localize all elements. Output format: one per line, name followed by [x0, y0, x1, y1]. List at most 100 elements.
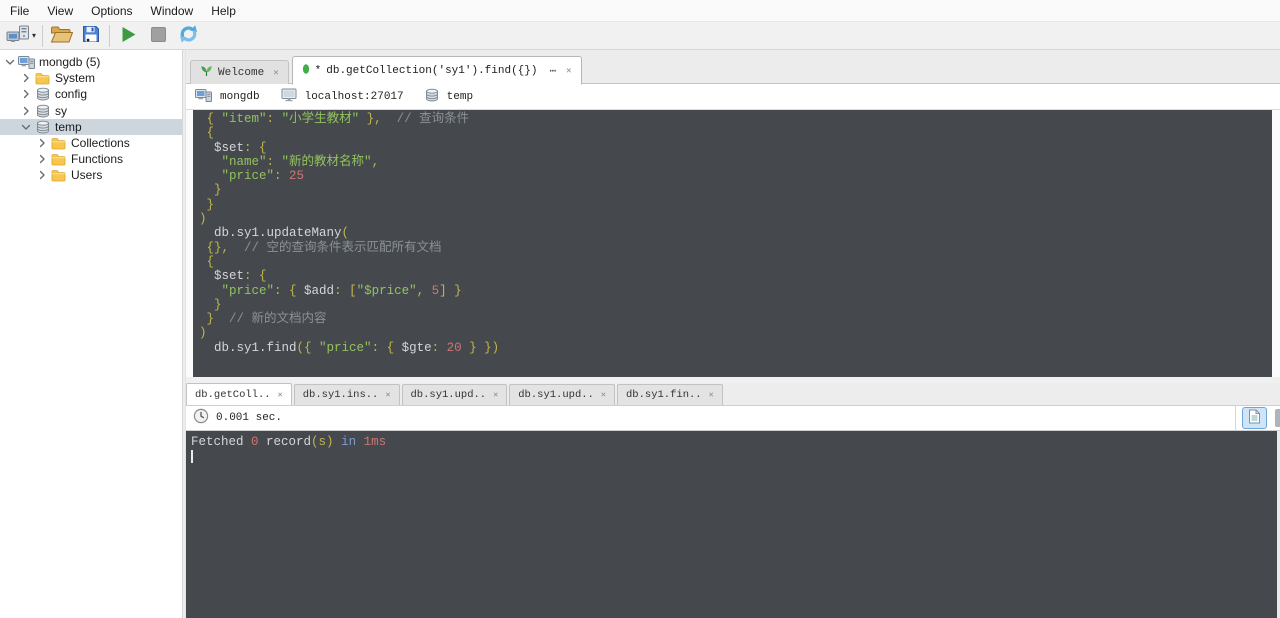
- menu-options[interactable]: Options: [82, 1, 141, 21]
- close-icon[interactable]: ✕: [273, 68, 278, 78]
- stop-icon: [150, 26, 167, 46]
- result-tab-1[interactable]: db.sy1.ins.. ✕: [293, 384, 400, 405]
- code-line: }: [214, 297, 222, 312]
- tab-welcome[interactable]: Welcome ✕: [190, 60, 289, 84]
- close-icon[interactable]: ✕: [385, 390, 390, 400]
- result-tab-label: db.sy1.fin..: [626, 389, 702, 401]
- tab-query-label: db.getCollection('sy1').find({}): [326, 64, 538, 77]
- close-icon[interactable]: ✕: [709, 390, 714, 400]
- timing-bar: 0.001 sec.: [186, 405, 1280, 431]
- tree-item-sy[interactable]: sy: [0, 103, 182, 119]
- result-tab-3[interactable]: db.sy1.upd.. ✕: [509, 384, 615, 405]
- database-icon: [33, 104, 52, 118]
- tree-item-label: Users: [71, 168, 103, 183]
- clipped-view-icon[interactable]: [1275, 409, 1280, 427]
- tree-item-users[interactable]: Users: [0, 167, 182, 183]
- chevron-right-icon[interactable]: [34, 153, 49, 165]
- rotate-results-button[interactable]: [173, 23, 203, 49]
- breadcrumb-host[interactable]: localhost:27017: [281, 88, 404, 106]
- output-line: Fetched 0 record(s) in 1ms: [191, 435, 387, 449]
- green-dot-icon: [302, 63, 310, 79]
- code-line: "name": "新的教材名称",: [221, 154, 380, 169]
- database-icon: [425, 88, 439, 106]
- clock-icon: [193, 408, 209, 428]
- code-line: db.sy1.updateMany(: [214, 226, 350, 241]
- menu-window[interactable]: Window: [142, 1, 203, 21]
- rotate-icon: [177, 24, 200, 47]
- menu-help[interactable]: Help: [202, 1, 245, 21]
- close-icon[interactable]: ✕: [566, 66, 571, 76]
- editor-container: { "item": "小学生教材" }, // 查询条件 { $set: { "…: [186, 110, 1280, 377]
- code-line: "price": { $add: ["$price", 5] }: [221, 283, 462, 298]
- breadcrumb-server-label: mongdb: [220, 90, 260, 103]
- toolbar-separator: [109, 24, 111, 47]
- result-tab-label: db.getColl..: [195, 388, 271, 401]
- leaf-icon: [200, 64, 213, 81]
- tree-item-label: sy: [55, 103, 67, 118]
- breadcrumb-database[interactable]: temp: [425, 88, 473, 106]
- result-tab-label: db.sy1.upd..: [518, 389, 594, 401]
- result-tab-4[interactable]: db.sy1.fin.. ✕: [617, 384, 723, 405]
- close-icon[interactable]: ✕: [601, 390, 606, 400]
- result-tab-label: db.sy1.ins..: [302, 389, 379, 401]
- tree-item-label: System: [55, 71, 96, 86]
- chevron-right-icon[interactable]: [18, 105, 33, 117]
- folder-icon: [49, 169, 68, 182]
- chevron-down-icon[interactable]: [2, 56, 17, 68]
- tree-item-functions[interactable]: Functions: [0, 151, 182, 167]
- chevron-right-icon[interactable]: [34, 137, 49, 149]
- execute-query-button[interactable]: [113, 23, 143, 49]
- query-workspace: Welcome ✕ * db.getCollection('sy1').find…: [186, 50, 1280, 618]
- breadcrumb-server[interactable]: mongdb: [195, 87, 260, 107]
- chevron-right-icon[interactable]: [18, 88, 33, 100]
- chevron-right-icon[interactable]: [34, 169, 49, 181]
- code-line: $set: {: [214, 269, 267, 284]
- database-icon: [33, 87, 52, 101]
- code-line: }: [206, 197, 215, 212]
- menu-file[interactable]: File: [1, 1, 38, 21]
- folder-icon: [49, 153, 68, 166]
- tree-item-label: Collections: [71, 136, 130, 151]
- monitor-icon: [281, 88, 297, 106]
- editor-tab-bar: Welcome ✕ * db.getCollection('sy1').find…: [186, 50, 1280, 85]
- chevron-right-icon[interactable]: [18, 72, 33, 84]
- result-tab-bar: db.getColl.. ✕ db.sy1.ins.. ✕ db.sy1.upd.. ✕ d…: [186, 383, 1280, 405]
- chevron-down-icon[interactable]: ▾: [32, 31, 36, 40]
- close-icon[interactable]: ✕: [493, 390, 498, 400]
- tab-welcome-label: Welcome: [218, 66, 265, 79]
- result-tab-label: db.sy1.upd..: [410, 389, 487, 401]
- text-cursor: [191, 449, 193, 463]
- connect-button[interactable]: ▾: [3, 23, 39, 49]
- cursor-line: [191, 449, 1277, 465]
- query-editor[interactable]: { "item": "小学生教材" }, // 查询条件 { $set: { "…: [193, 110, 1272, 377]
- code-line: } // 新的文档内容: [206, 312, 327, 327]
- output-panel[interactable]: Fetched 0 record(s) in 1ms: [186, 431, 1280, 618]
- tree-item-collections[interactable]: Collections: [0, 135, 182, 151]
- play-icon: [119, 25, 138, 47]
- save-icon: [81, 24, 101, 47]
- close-icon[interactable]: ✕: [278, 390, 283, 400]
- tree-item-mongdb-5[interactable]: mongdb (5): [0, 54, 182, 70]
- tree-item-label: temp: [55, 119, 82, 134]
- result-tab-0[interactable]: db.getColl.. ✕: [186, 383, 292, 405]
- code-line: {: [206, 126, 215, 141]
- tree-item-temp[interactable]: temp: [0, 118, 182, 135]
- menu-view[interactable]: View: [38, 1, 82, 21]
- tab-query[interactable]: * db.getCollection('sy1').find({}) ⋯ ✕: [291, 56, 582, 85]
- tree-item-label: Functions: [71, 152, 124, 167]
- open-file-button[interactable]: [46, 23, 76, 49]
- tree-item-system[interactable]: System: [0, 70, 182, 86]
- folder-icon: [49, 137, 68, 150]
- document-icon: [1248, 409, 1261, 427]
- tab-overflow-button[interactable]: ⋯: [549, 64, 557, 78]
- content-area: mongdb (5) System config sy temp Collections F…: [0, 50, 1280, 618]
- result-tab-2[interactable]: db.sy1.upd.. ✕: [401, 384, 508, 405]
- chevron-down-icon[interactable]: [18, 121, 33, 133]
- text-view-button[interactable]: [1242, 407, 1267, 429]
- code-line: "price": 25: [221, 169, 305, 184]
- stop-button[interactable]: [143, 23, 173, 49]
- server-icon: [195, 87, 212, 107]
- code-line: {}, // 空的查询条件表示匹配所有文档: [206, 240, 442, 255]
- save-button[interactable]: [76, 23, 106, 49]
- tree-item-config[interactable]: config: [0, 86, 182, 102]
